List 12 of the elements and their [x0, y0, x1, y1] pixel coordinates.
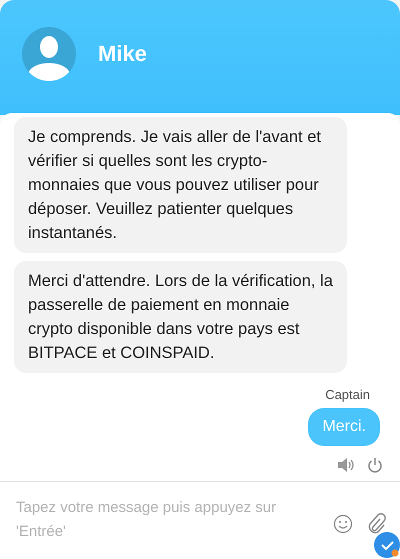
check-badge-icon[interactable] — [373, 531, 400, 559]
agent-name: Mike — [98, 40, 147, 66]
agent-message: Je comprends. Je vais aller de l'avant et vérifier si quelles sont les crypto-monnaies que vous pouvez utiliser pour déposer. Veuillez patienter quelques instantanés. — [14, 117, 347, 253]
agent-message: Merci d'attendre. Lors de la vérification, la passerelle de paiement en monnaie crypto disponible dans votre pays est BITPACE et COINSPAID. — [14, 261, 347, 373]
message-input[interactable]: Tapez votre message puis appuyez sur 'Entrée' — [0, 481, 400, 559]
paperclip-icon[interactable] — [366, 513, 386, 535]
power-icon[interactable] — [366, 456, 384, 474]
visitor-message: Merci. — [308, 408, 380, 446]
speaker-icon[interactable] — [336, 456, 354, 474]
sender-name: Captain — [325, 387, 370, 402]
smiley-icon[interactable] — [333, 514, 353, 534]
avatar-icon — [22, 26, 76, 80]
